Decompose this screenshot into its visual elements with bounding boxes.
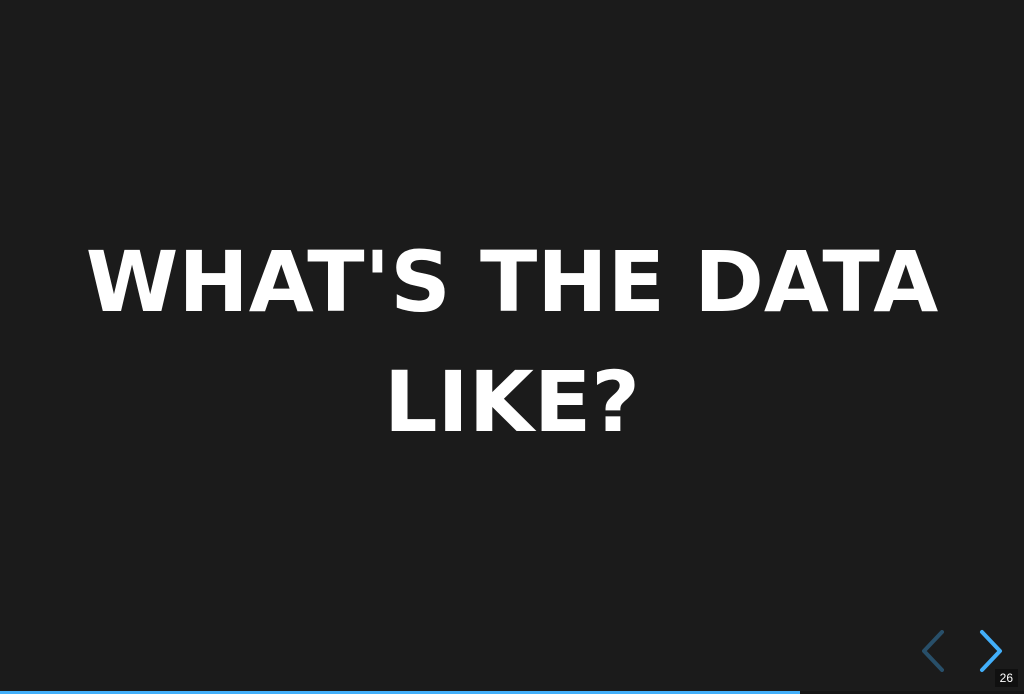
slide-title-line-2: LIKE? bbox=[384, 353, 640, 451]
presentation-slide: WHAT'S THE DATA LIKE? 26 bbox=[0, 0, 1024, 694]
slide-number: 26 bbox=[994, 669, 1018, 687]
navigation-controls bbox=[914, 628, 1010, 674]
next-slide-button[interactable] bbox=[970, 628, 1010, 674]
previous-slide-button[interactable] bbox=[914, 628, 954, 674]
slide-title-line-1: WHAT'S THE DATA bbox=[85, 233, 939, 331]
chevron-right-icon bbox=[980, 630, 1002, 672]
slide-title: WHAT'S THE DATA LIKE? bbox=[0, 222, 1024, 462]
chevron-left-icon bbox=[922, 630, 944, 672]
